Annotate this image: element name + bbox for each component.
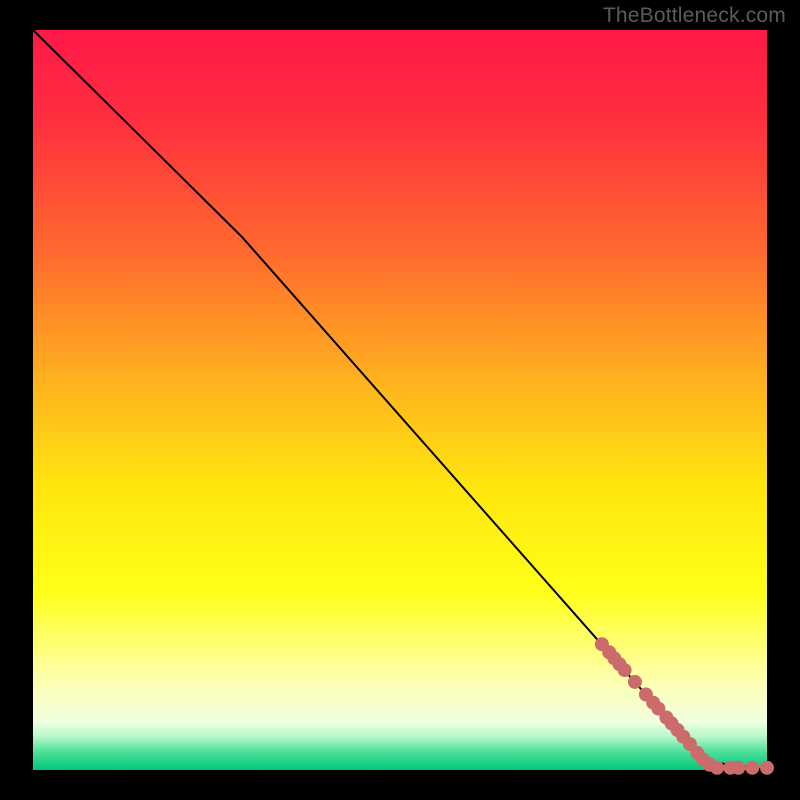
data-marker	[710, 761, 724, 775]
data-marker	[628, 675, 642, 689]
data-marker	[745, 761, 759, 775]
plot-background	[33, 30, 767, 770]
chart-frame: TheBottleneck.com	[0, 0, 800, 800]
chart-svg	[0, 0, 800, 800]
data-marker	[760, 761, 774, 775]
data-marker	[618, 663, 632, 677]
data-marker	[731, 761, 745, 775]
